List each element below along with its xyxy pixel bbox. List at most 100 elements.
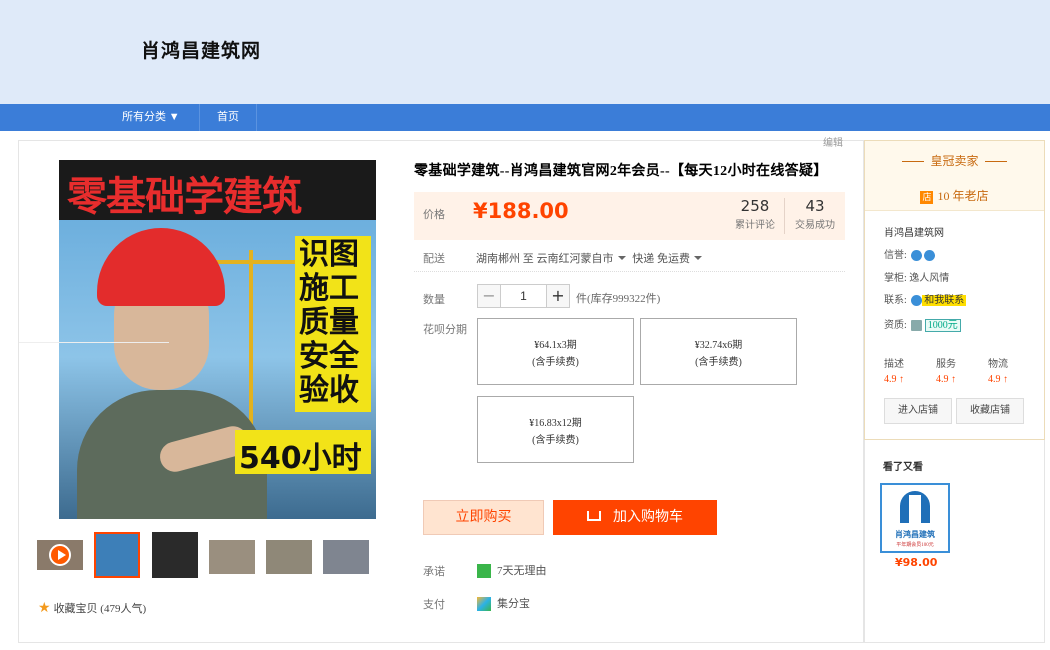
id-card-icon (911, 320, 923, 332)
thumbnail-5[interactable] (323, 540, 369, 574)
play-icon (49, 544, 71, 566)
old-shop: 店 10 年老店 (865, 187, 1044, 204)
wangwang-icon (911, 295, 923, 307)
video-thumbnail[interactable] (37, 540, 83, 570)
installment-fee: (含手续费) (695, 357, 742, 368)
add-to-cart-button[interactable]: 加入购物车 (553, 500, 717, 535)
seller-divider (19, 342, 169, 343)
stock-text: 件(库存999322件) (576, 293, 661, 305)
credit-crown-icon (911, 250, 923, 262)
price-label: 价格 (423, 209, 445, 221)
thumbnail-4[interactable] (266, 540, 312, 574)
promise-label: 承诺 (423, 566, 445, 578)
dsr-label: 物流 (988, 359, 1008, 370)
installment-option-12[interactable]: ¥16.83x12期 (含手续费) (477, 396, 634, 463)
thumbnail-2[interactable] (152, 532, 198, 578)
contact-label: 联系: (884, 295, 907, 306)
dsr-score: 4.9 ↑ (936, 374, 956, 385)
installment-amount: ¥32.74x6期 (694, 340, 743, 351)
delivery-to-select[interactable]: 云南红河蒙自市 (537, 253, 630, 265)
crown-label: 皇冠卖家 (930, 154, 979, 168)
credit-crown-icon (924, 250, 936, 262)
deals-count: 43 (805, 197, 825, 215)
dsr-logistics: 物流 4.9 ↑ (988, 355, 1008, 385)
delivery-value: 湖南郴州 至 云南红河蒙自市 快递 免运费 (476, 250, 706, 266)
thumbnail-3[interactable] (209, 540, 255, 574)
quantity-increase-button[interactable]: + (546, 284, 570, 308)
credit-label: 信誉: (884, 250, 907, 261)
dsr-service: 服务 4.9 ↑ (936, 355, 956, 385)
dsr-score: 4.9 ↑ (988, 374, 1008, 385)
nav-all-categories[interactable]: 所有分类 ▼ (110, 104, 199, 131)
crown-seller: 皇冠卖家 (865, 152, 1044, 169)
also-viewed-title: 看了又看 (883, 462, 923, 473)
reviews-stat[interactable]: 258 累计评论 (732, 197, 778, 231)
pay-item[interactable]: 集分宝 (477, 595, 530, 612)
delivery-method-select[interactable]: 快递 免运费 (632, 253, 706, 265)
deals-label: 交易成功 (795, 220, 835, 231)
quantity-input[interactable]: 1 (500, 284, 547, 308)
seller-credit: 信誉: (884, 246, 936, 262)
delivery-method: 快递 免运费 (632, 253, 690, 265)
keeper-name[interactable]: 逸人风情 (909, 273, 949, 284)
seller-card: 皇冠卖家 店 10 年老店 (864, 140, 1045, 440)
shop-header: 肖鸿昌建筑网 (0, 0, 1050, 104)
thumbnail-1[interactable] (94, 532, 140, 578)
nav-home[interactable]: 首页 (200, 104, 256, 131)
dsr-label: 服务 (936, 359, 956, 370)
installment-option-6[interactable]: ¥32.74x6期 (含手续费) (640, 318, 797, 385)
dsr-description: 描述 4.9 ↑ (884, 355, 904, 385)
installment-amount: ¥16.83x12期 (529, 418, 582, 429)
star-icon: ★ (38, 601, 51, 616)
product-title: 零基础学建筑--肖鸿昌建筑官网2年会员--【每天12小时在线答疑】 (414, 164, 828, 179)
favorite-shop-button[interactable]: 收藏店铺 (956, 398, 1024, 424)
reviews-count: 258 (740, 197, 770, 215)
also-viewed-item-image[interactable]: 肖鸿昌建筑 平年期会员100元 (880, 483, 950, 553)
image-side-text: 识图施工质量安全验收 (299, 237, 359, 408)
quantity-decrease-button[interactable]: − (477, 284, 501, 308)
seller-name[interactable]: 肖鸿昌建筑网 (884, 224, 944, 239)
deposit-badge[interactable]: 1000元 (924, 319, 961, 332)
promise-item[interactable]: 7天无理由 (477, 562, 547, 579)
installment-amount: ¥64.1x3期 (534, 340, 577, 351)
installment-label: 花呗分期 (423, 324, 467, 336)
seller-header: 皇冠卖家 店 10 年老店 (865, 141, 1044, 211)
installment-fee: (含手续费) (532, 435, 579, 446)
chevron-down-icon (617, 256, 626, 260)
cart-icon (587, 511, 601, 521)
seller-qualification: 资质: 1000元 (884, 316, 961, 332)
nav-divider (256, 104, 257, 131)
qual-label: 资质: (884, 320, 907, 331)
price-value: ¥188.00 (473, 199, 569, 223)
nav-bar: 所有分类 ▼ 首页 (0, 104, 1050, 131)
pay-text: 集分宝 (497, 598, 530, 610)
product-main-image[interactable]: 零基础学建筑 识图施工质量安全验收 540小时 (59, 160, 376, 519)
also-item-sub-text: 平年期会员100元 (896, 543, 934, 548)
enter-shop-button[interactable]: 进入店铺 (884, 398, 952, 424)
delivery-label: 配送 (423, 253, 445, 265)
image-banner-text: 零基础学建筑 (67, 174, 302, 220)
contact-button[interactable]: 和我联系 (922, 295, 967, 306)
delivery-from: 湖南郴州 至 (476, 253, 534, 265)
also-item-logo-text: 肖鸿昌建筑 (895, 530, 935, 539)
add-to-cart-label: 加入购物车 (613, 509, 683, 525)
seller-keeper: 掌柜: 逸人风情 (884, 269, 949, 284)
edit-link[interactable]: 编辑 (823, 134, 843, 149)
pay-label: 支付 (423, 599, 445, 611)
delivery-row: 配送 湖南郴州 至 云南红河蒙自市 快递 免运费 (414, 248, 845, 272)
reviews-label: 累计评论 (735, 220, 775, 231)
chevron-down-icon (694, 256, 702, 260)
shop-icon: 店 (920, 190, 934, 204)
collect-item[interactable]: ★ 收藏宝贝 (479人气) (38, 600, 146, 617)
price-box: 价格 ¥188.00 258 累计评论 43 交易成功 (414, 192, 845, 240)
promise-text: 7天无理由 (497, 565, 547, 577)
old-shop-label: 10 年老店 (937, 189, 989, 203)
seller-contact: 联系: 和我联系 (884, 291, 967, 307)
quantity-label: 数量 (423, 294, 445, 306)
shop-title[interactable]: 肖鸿昌建筑网 (141, 36, 261, 63)
installment-option-3[interactable]: ¥64.1x3期 (含手续费) (477, 318, 634, 385)
dsr-score: 4.9 ↑ (884, 374, 904, 385)
buy-now-button[interactable]: 立即购买 (423, 500, 544, 535)
stat-divider (784, 198, 785, 234)
seven-day-icon (477, 564, 491, 579)
